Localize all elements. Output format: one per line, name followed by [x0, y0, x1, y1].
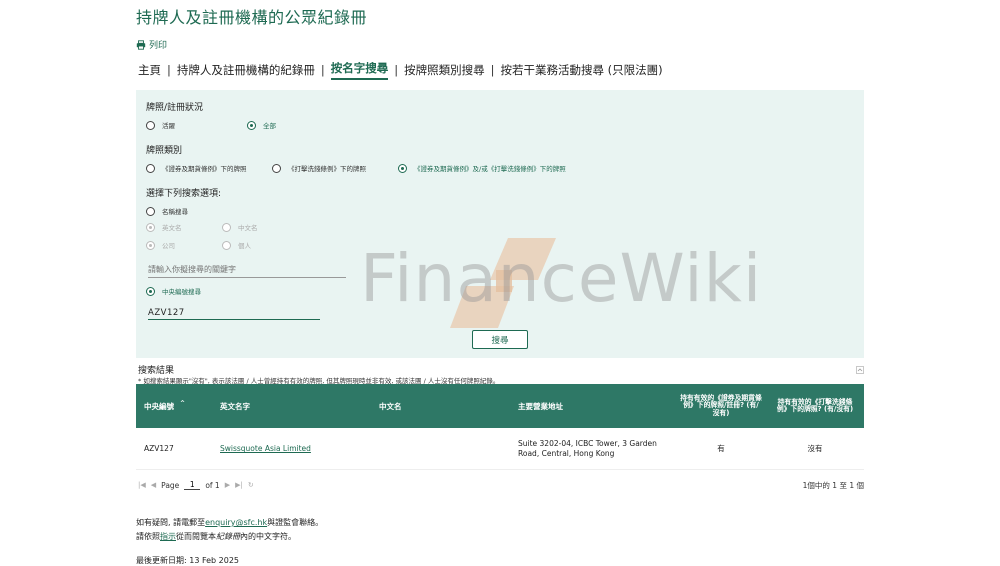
radio-circle: [146, 206, 155, 216]
radio-circle: [146, 286, 155, 296]
col-header-label: 中央編號: [144, 401, 174, 411]
radio-circle: [146, 222, 155, 232]
next-page-icon[interactable]: ▶: [225, 481, 230, 489]
col-header-sfo-license: 持有有效的《證券及期貨條例》下的牌照/註冊? (有/沒有): [680, 394, 762, 417]
guide-link[interactable]: 指示: [160, 532, 176, 541]
enquiry-email-link[interactable]: enquiry@sfc.hk: [205, 518, 267, 527]
page-count-summary: 1個中的 1 至 1 個: [802, 481, 864, 490]
radio-label: 公司: [162, 242, 175, 250]
page-title: 持牌人及註冊機構的公眾紀錄冊: [136, 8, 368, 27]
radio-label: 《證券及期貨條例》下的牌照: [162, 165, 247, 173]
radio-label: 《打擊洗錢條例》下的牌照: [288, 165, 366, 173]
print-link[interactable]: 列印: [136, 38, 167, 51]
company-radio[interactable]: 公司: [146, 240, 175, 250]
page-label: Page: [161, 480, 180, 490]
printer-icon: [136, 39, 146, 50]
nav-search-by-name[interactable]: 按名字搜尋: [330, 60, 389, 80]
table-row: AZV127 Swissquote Asia Limited Suite 320…: [136, 428, 864, 470]
enquiry-prefix: 如有疑問, 請電郵至: [136, 518, 206, 527]
col-header-amlo-license: 持有有效的《打擊洗錢條例》下的牌照? (有/沒有): [776, 397, 854, 413]
english-name-radio[interactable]: 英文名: [146, 222, 182, 232]
guide-italic: 紀錄冊: [216, 532, 240, 541]
cell-address: Suite 3202-04, ICBC Tower, 3 Garden Road…: [518, 439, 657, 458]
guide-suffix: 內的中文字符。: [240, 532, 296, 541]
sort-asc-icon: ^: [180, 399, 186, 407]
name-search-radio[interactable]: 名稱搜尋: [146, 206, 188, 216]
col-header-address: 主要營業地址: [518, 401, 563, 411]
type-both-radio[interactable]: 《證券及期貨條例》及/或《打擊洗錢條例》下的牌照: [398, 163, 566, 173]
col-header-chinese-name: 中文名: [379, 401, 402, 411]
keyword-input[interactable]: [148, 262, 346, 278]
results-table-header: 中央編號 ^ 英文名字 中文名 主要營業地址 持有有效的《證券及期貨條例》下的牌…: [136, 384, 864, 428]
page-of-label: of 1: [205, 480, 220, 490]
nav-separator: |: [320, 63, 325, 77]
radio-circle: [146, 120, 155, 130]
radio-label: 活躍: [162, 122, 175, 130]
first-page-icon[interactable]: |◀: [138, 481, 146, 489]
type-sfo-radio[interactable]: 《證券及期貨條例》下的牌照: [146, 163, 247, 173]
ce-number-input[interactable]: [148, 306, 320, 320]
col-header-ce-no[interactable]: 中央編號 ^: [144, 384, 214, 428]
enquiry-suffix: 與證監會聯絡。: [267, 518, 324, 527]
radio-label: 中央編號搜尋: [162, 288, 201, 296]
radio-circle: [146, 240, 155, 250]
guide-prefix: 請依照: [136, 532, 160, 541]
nav-search-by-activity[interactable]: 按若干業務活動搜尋 (只限法團): [501, 62, 663, 78]
nav-home[interactable]: 主頁: [138, 62, 161, 78]
nav-separator: |: [167, 63, 171, 77]
radio-label: 《證券及期貨條例》及/或《打擊洗錢條例》下的牌照: [414, 165, 566, 173]
cell-english-name: Swissquote Asia Limited: [220, 428, 370, 470]
license-type-label: 牌照類別: [146, 146, 183, 156]
print-label: 列印: [149, 41, 168, 51]
enquiry-line: 如有疑問, 請電郵至enquiry@sfc.hk與證監會聯絡。: [136, 517, 323, 528]
radio-circle: [398, 163, 407, 173]
cell-chinese-name: [379, 428, 499, 470]
col-header-english-name: 英文名字: [220, 401, 250, 411]
type-amlo-radio[interactable]: 《打擊洗錢條例》下的牌照: [272, 163, 366, 173]
cell-sfo-license: 有: [717, 444, 725, 454]
refresh-icon[interactable]: ↻: [248, 481, 254, 489]
guide-middle: 從而閱覽本: [176, 532, 216, 541]
search-button[interactable]: 搜尋: [472, 330, 528, 349]
status-active-radio[interactable]: 活躍: [146, 120, 175, 130]
radio-circle: [247, 120, 256, 130]
radio-label: 全部: [263, 122, 276, 130]
last-page-icon[interactable]: ▶|: [235, 481, 243, 489]
radio-label: 中文名: [238, 224, 258, 232]
nav-register[interactable]: 持牌人及註冊機構的紀錄冊: [177, 62, 315, 78]
cell-amlo-license: 沒有: [807, 444, 823, 454]
nav-search-by-license-type[interactable]: 按牌照類別搜尋: [404, 62, 485, 78]
status-all-radio[interactable]: 全部: [247, 120, 276, 130]
radio-label: 名稱搜尋: [162, 208, 188, 216]
page-number-input[interactable]: [184, 480, 201, 490]
radio-circle: [222, 222, 231, 232]
radio-label: 個人: [238, 242, 251, 250]
nav-separator: |: [394, 63, 399, 77]
guide-line: 請依照指示從而閱覽本紀錄冊內的中文字符。: [136, 531, 296, 542]
radio-circle: [146, 163, 155, 173]
prev-page-icon[interactable]: ◀: [151, 481, 156, 489]
chinese-name-radio[interactable]: 中文名: [222, 222, 258, 232]
pager: |◀ ◀ Page of 1 ▶ ▶| ↻: [138, 480, 254, 490]
company-link[interactable]: Swissquote Asia Limited: [220, 444, 311, 454]
main-nav: 主頁 | 持牌人及註冊機構的紀錄冊 | 按名字搜尋 | 按牌照類別搜尋 | 按若…: [138, 60, 663, 80]
search-option-label: 選擇下列搜索選項:: [146, 189, 222, 199]
last-updated: 最後更新日期: 13 Feb 2025: [136, 556, 240, 565]
individual-radio[interactable]: 個人: [222, 240, 251, 250]
radio-label: 英文名: [162, 224, 182, 232]
cell-ce-no: AZV127: [144, 444, 174, 454]
radio-circle: [272, 163, 281, 173]
nav-separator: |: [490, 63, 495, 77]
collapse-icon[interactable]: [856, 366, 864, 374]
radio-circle: [222, 240, 231, 250]
ce-search-radio[interactable]: 中央編號搜尋: [146, 286, 201, 296]
license-status-label: 牌照/註冊狀況: [146, 103, 204, 113]
